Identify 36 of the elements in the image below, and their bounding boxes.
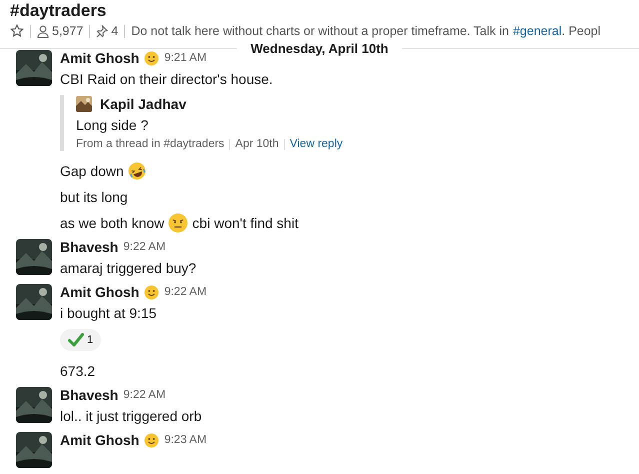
- topic-text: . Peopl: [562, 24, 601, 38]
- message-text: as we both know: [60, 215, 164, 231]
- view-reply-link[interactable]: View reply: [290, 138, 343, 150]
- author-name[interactable]: Amit Ghosh: [60, 284, 140, 300]
- message-text: i bought at 9:15: [60, 305, 157, 321]
- message-text: lol.. it just triggered orb: [60, 408, 202, 424]
- author-name[interactable]: Amit Ghosh: [60, 432, 140, 448]
- annoyed-emoji-icon: [168, 213, 188, 233]
- quote-footer-text: Apr 10th: [235, 138, 279, 150]
- message-time[interactable]: 9:22 AM: [123, 389, 166, 401]
- quote-footer-text: From a thread in #daytraders: [76, 138, 224, 150]
- quote-author[interactable]: Kapil Jadhav: [100, 96, 186, 112]
- pin-count[interactable]: 4: [96, 24, 118, 38]
- check-icon: [68, 333, 84, 347]
- quote-text: Long side ?: [76, 117, 150, 133]
- laughing-emoji-icon: [128, 162, 146, 180]
- author-name[interactable]: Bhavesh: [60, 239, 118, 255]
- message-text: amaraj triggered buy?: [60, 260, 196, 276]
- message-text: 673.2: [60, 363, 96, 379]
- message-time[interactable]: 9:22 AM: [164, 286, 207, 298]
- author-name[interactable]: Amit Ghosh: [60, 50, 140, 66]
- pin-icon: [96, 24, 108, 38]
- person-icon: [37, 24, 49, 38]
- message-time[interactable]: 9:22 AM: [123, 241, 166, 253]
- message-text: CBI Raid on their director's house.: [60, 71, 273, 87]
- message-text: cbi won't find shit: [192, 215, 298, 231]
- reaction-pill[interactable]: 1: [60, 329, 102, 351]
- message-time[interactable]: 9:23 AM: [164, 434, 207, 446]
- channel-title: #daytraders: [10, 0, 108, 22]
- message-time[interactable]: 9:21 AM: [164, 52, 207, 64]
- topic-text: Do not talk here without charts or without a proper timeframe. Talk in: [131, 24, 509, 38]
- message-text: Gap down: [60, 163, 124, 179]
- member-count[interactable]: 5,977: [37, 24, 84, 38]
- channel-link[interactable]: #general: [512, 24, 562, 38]
- message-text: but its long: [60, 189, 128, 205]
- author-name[interactable]: Bhavesh: [60, 387, 118, 403]
